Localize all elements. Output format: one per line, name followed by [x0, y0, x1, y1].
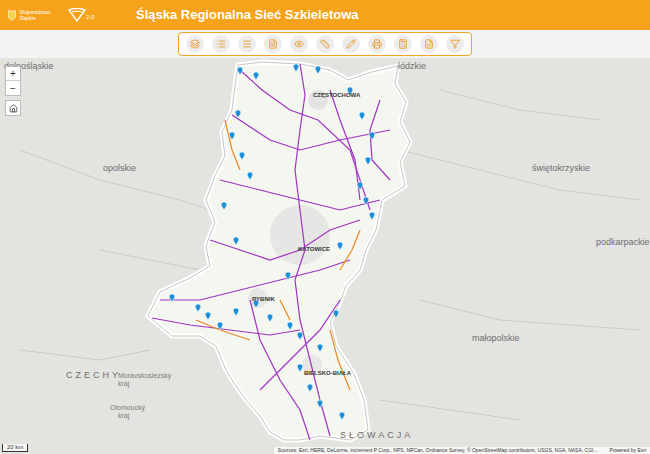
- toolbar-button[interactable]: [186, 35, 204, 53]
- pin-icon[interactable]: [233, 308, 239, 316]
- zoom-in-button[interactable]: +: [6, 67, 20, 81]
- app-title: Śląska Regionalna Sieć Szkieletowa: [136, 5, 359, 25]
- layers-icon: [190, 39, 200, 49]
- pin-icon[interactable]: [217, 322, 223, 330]
- toolbar-button[interactable]: [238, 35, 256, 53]
- list-icon: [216, 39, 226, 49]
- pin-icon[interactable]: [247, 172, 253, 180]
- toolbar-button[interactable]: [342, 35, 360, 53]
- pin-icon[interactable]: [293, 64, 299, 72]
- toolbar-button[interactable]: [420, 35, 438, 53]
- map[interactable]: dolnośląskiełódzkieopolskieświętokrzyski…: [0, 58, 650, 454]
- toolbar-button[interactable]: [212, 35, 230, 53]
- city-label: RYBNIK: [252, 296, 275, 302]
- pin-icon[interactable]: [267, 314, 273, 322]
- filter-icon: [450, 39, 460, 49]
- attribution-text: Sources: Esri, HERE, DeLorme, increment …: [278, 447, 598, 454]
- map-canvas[interactable]: [0, 58, 650, 454]
- pin-icon[interactable]: [333, 310, 339, 318]
- powered-by[interactable]: Powered by Esri: [610, 447, 646, 454]
- eye-icon: [294, 39, 304, 49]
- toolbar-strip: [0, 30, 650, 58]
- home-icon: [9, 104, 18, 113]
- calculator-icon: [398, 39, 408, 49]
- country-label: CZECHY: [66, 371, 121, 380]
- pin-icon[interactable]: [253, 72, 259, 80]
- pin-icon[interactable]: [315, 66, 321, 74]
- area-label: kraj: [118, 380, 129, 387]
- area-label: Moravskoslezský: [118, 372, 171, 379]
- toolbar-button[interactable]: [264, 35, 282, 53]
- toolbar-button[interactable]: [368, 35, 386, 53]
- pin-icon[interactable]: [205, 312, 211, 320]
- attribution: Sources: Esri, HERE, DeLorme, increment …: [274, 447, 650, 454]
- version: 2.0: [86, 13, 94, 22]
- toolbar-button[interactable]: [290, 35, 308, 53]
- pin-icon[interactable]: [235, 110, 241, 118]
- region-label: małopolskie: [472, 334, 520, 343]
- pin-icon[interactable]: [359, 112, 365, 120]
- pin-icon[interactable]: [237, 67, 243, 75]
- zoom-control: +−: [5, 66, 21, 116]
- logo: Województwo Śląskie: [8, 9, 60, 21]
- home-button[interactable]: [5, 100, 21, 116]
- pin-icon[interactable]: [297, 332, 303, 340]
- pin-icon[interactable]: [287, 322, 293, 330]
- pin-icon[interactable]: [369, 132, 375, 140]
- pin-icon[interactable]: [195, 304, 201, 312]
- city-label: BIELSKO-BIAŁA: [304, 370, 351, 376]
- toolbar-button[interactable]: [316, 35, 334, 53]
- pencil-icon: [346, 39, 356, 49]
- pin-icon[interactable]: [285, 272, 291, 280]
- printer-icon: [372, 39, 382, 49]
- area-label: Olomoucký: [110, 404, 145, 411]
- pin-icon[interactable]: [365, 157, 371, 165]
- area-label: kraj: [118, 412, 129, 419]
- app: Województwo Śląskie 2.0 Śląska Regionalna …: [0, 0, 650, 454]
- pin-icon[interactable]: [307, 384, 313, 392]
- toolbar-button[interactable]: [446, 35, 464, 53]
- toolbar-button[interactable]: [394, 35, 412, 53]
- pin-icon[interactable]: [239, 152, 245, 160]
- pin-icon[interactable]: [221, 202, 227, 210]
- menu-icon: [242, 39, 252, 49]
- logo-text: Województwo Śląskie: [20, 9, 60, 21]
- pin-icon[interactable]: [229, 132, 235, 140]
- region-label: opolskie: [103, 164, 136, 173]
- pin-icon[interactable]: [339, 412, 345, 420]
- pin-icon[interactable]: [317, 400, 323, 408]
- city-label: CZĘSTOCHOWA: [313, 92, 360, 98]
- document-icon: [268, 39, 278, 49]
- pin-icon[interactable]: [233, 237, 239, 245]
- region-label: świętokrzyskie: [532, 164, 590, 173]
- app-logo: 2.0: [68, 8, 128, 22]
- country-label: SŁOWACJA: [340, 431, 413, 440]
- pin-icon[interactable]: [363, 197, 369, 205]
- pin-icon[interactable]: [169, 294, 175, 302]
- header: Województwo Śląskie 2.0 Śląska Regionalna …: [0, 0, 650, 30]
- pin-icon[interactable]: [297, 364, 303, 372]
- region-label: podkarpackie: [596, 238, 650, 247]
- spreadsheet-icon: [424, 39, 434, 49]
- region-label: łódzkie: [398, 62, 426, 71]
- network-logo-icon: [68, 8, 86, 22]
- pin-icon[interactable]: [369, 212, 375, 220]
- ruler-icon: [320, 39, 330, 49]
- emblem-icon: [8, 10, 16, 21]
- zoom-out-button[interactable]: −: [6, 81, 20, 95]
- scale-bar: 20 km: [2, 444, 28, 452]
- city-label: KATOWICE: [298, 246, 330, 252]
- pin-icon[interactable]: [317, 344, 323, 352]
- pin-icon[interactable]: [357, 182, 363, 190]
- pin-icon[interactable]: [337, 242, 343, 250]
- toolbar: [178, 32, 472, 56]
